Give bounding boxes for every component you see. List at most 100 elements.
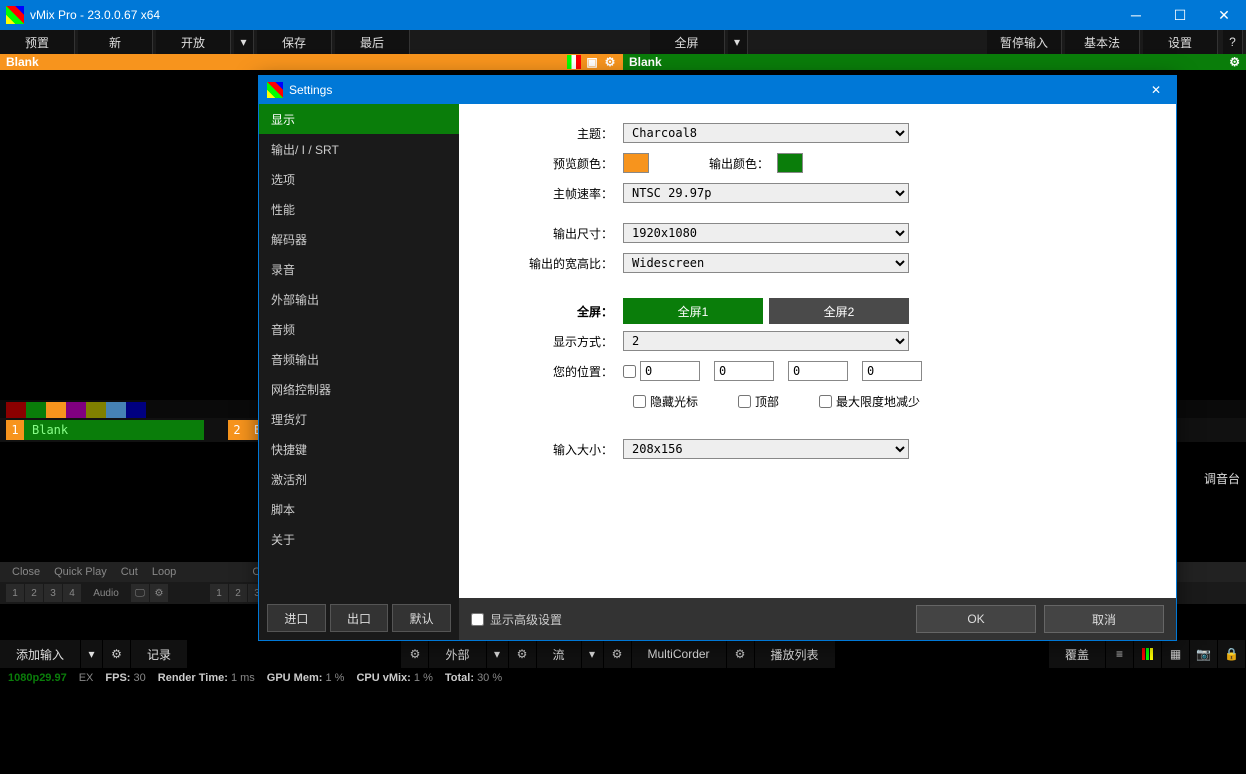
multicorder-button[interactable]: MultiCorder [632, 640, 727, 668]
external-dropdown[interactable]: ▾ [487, 640, 509, 668]
position-enable-checkbox[interactable] [623, 365, 636, 378]
maximize-button[interactable]: ☐ [1158, 0, 1202, 30]
pause-button[interactable]: 暂停输入 [987, 30, 1062, 54]
fullscreen-dropdown[interactable]: ▾ [728, 30, 748, 54]
cancel-button[interactable]: 取消 [1044, 605, 1164, 633]
outsize-select[interactable]: 1920x1080 [623, 223, 909, 243]
preview-color-swatch[interactable] [623, 153, 649, 173]
framerate-select[interactable]: NTSC 29.97p [623, 183, 909, 203]
flag-icon[interactable] [567, 55, 581, 69]
import-button[interactable]: 进口 [267, 604, 326, 632]
grid-icon[interactable]: ▦ [1162, 640, 1190, 668]
ov-4[interactable]: 4 [63, 584, 81, 602]
output-color-swatch[interactable] [777, 153, 803, 173]
audio-btn[interactable]: Audio [82, 584, 130, 602]
external-button[interactable]: 外部 [429, 640, 486, 668]
ov-2b[interactable]: 2 [229, 584, 247, 602]
gear-icon[interactable]: ⚙ [603, 55, 617, 69]
inputsize-select[interactable]: 208x156 [623, 439, 909, 459]
ov-1b[interactable]: 1 [210, 584, 228, 602]
sidebar-item-scripting[interactable]: 脚本 [259, 494, 459, 524]
help-button[interactable]: ? [1223, 30, 1243, 54]
pos-w[interactable] [788, 361, 848, 381]
color-swatch[interactable] [46, 402, 66, 418]
aspect-select[interactable]: Widescreen [623, 253, 909, 273]
show-advanced-checkbox[interactable]: 显示高级设置 [471, 611, 562, 628]
sidebar-item-performance[interactable]: 性能 [259, 194, 459, 224]
display-select[interactable]: 2 [623, 331, 909, 351]
close-button[interactable]: ✕ [1202, 0, 1246, 30]
save-button[interactable]: 保存 [257, 30, 332, 54]
gear-icon[interactable]: ⚙ [604, 640, 632, 668]
gear-icon[interactable]: ⚙ [1229, 55, 1240, 69]
grid-icon[interactable]: ▣ [585, 55, 599, 69]
gear-icon[interactable]: ⚙ [150, 584, 168, 602]
minimize-checkbox[interactable]: 最大限度地减少 [819, 393, 920, 410]
lock-icon[interactable]: 🔒 [1218, 640, 1246, 668]
sidebar-item-activators[interactable]: 激活剂 [259, 464, 459, 494]
cut-btn[interactable]: Cut [115, 566, 144, 578]
monitor-icon[interactable]: 🖵 [131, 584, 149, 602]
color-swatch[interactable] [86, 402, 106, 418]
export-button[interactable]: 出口 [330, 604, 389, 632]
pos-h[interactable] [862, 361, 922, 381]
sidebar-item-display[interactable]: 显示 [259, 104, 459, 134]
color-swatch[interactable] [106, 402, 126, 418]
theme-select[interactable]: Charcoal8 [623, 123, 909, 143]
sidebar-item-audio[interactable]: 音频 [259, 314, 459, 344]
open-button[interactable]: 开放 [156, 30, 231, 54]
pos-x[interactable] [640, 361, 700, 381]
sidebar-item-output[interactable]: 输出/ I / SRT [259, 134, 459, 164]
fullscreen-button[interactable]: 全屏 [650, 30, 725, 54]
sidebar-item-audioout[interactable]: 音频输出 [259, 344, 459, 374]
meter-icon[interactable] [1134, 640, 1162, 668]
sidebar-item-webctrl[interactable]: 网络控制器 [259, 374, 459, 404]
sidebar-item-tally[interactable]: 理货灯 [259, 404, 459, 434]
stream-dropdown[interactable]: ▾ [582, 640, 604, 668]
new-button[interactable]: 新 [78, 30, 153, 54]
close-btn[interactable]: Close [6, 566, 46, 578]
color-swatch[interactable] [66, 402, 86, 418]
hidecursor-checkbox[interactable]: 隐藏光标 [633, 393, 698, 410]
gear-icon[interactable]: ⚙ [727, 640, 755, 668]
fullscreen1-tab[interactable]: 全屏1 [623, 298, 763, 324]
ok-button[interactable]: OK [916, 605, 1036, 633]
minimize-button[interactable]: ─ [1114, 0, 1158, 30]
settings-button[interactable]: 设置 [1143, 30, 1218, 54]
color-swatch[interactable] [126, 402, 146, 418]
sidebar-item-recording[interactable]: 录音 [259, 254, 459, 284]
modal-close-button[interactable]: ✕ [1136, 76, 1176, 104]
stream-button[interactable]: 流 [537, 640, 582, 668]
preset-button[interactable]: 预置 [0, 30, 75, 54]
color-swatch[interactable] [6, 402, 26, 418]
last-button[interactable]: 最后 [335, 30, 410, 54]
input-1[interactable]: 1 Blank [6, 420, 204, 440]
open-dropdown[interactable]: ▾ [234, 30, 254, 54]
fullscreen2-tab[interactable]: 全屏2 [769, 298, 909, 324]
ov-1[interactable]: 1 [6, 584, 24, 602]
basic-button[interactable]: 基本法 [1065, 30, 1140, 54]
sidebar-item-decoder[interactable]: 解码器 [259, 224, 459, 254]
gear-icon[interactable]: ⚙ [103, 640, 131, 668]
audio-mixer-button[interactable]: 调音台 [1204, 470, 1240, 487]
list-icon[interactable]: ≡ [1106, 640, 1134, 668]
ov-3[interactable]: 3 [44, 584, 62, 602]
gear-icon[interactable]: ⚙ [401, 640, 429, 668]
sidebar-item-about[interactable]: 关于 [259, 524, 459, 554]
sidebar-item-extoutput[interactable]: 外部输出 [259, 284, 459, 314]
top-checkbox[interactable]: 顶部 [738, 393, 779, 410]
color-swatch[interactable] [26, 402, 46, 418]
camera-icon[interactable]: 📷 [1190, 640, 1218, 668]
ov-2[interactable]: 2 [25, 584, 43, 602]
add-input-dropdown[interactable]: ▾ [81, 640, 103, 668]
pos-y[interactable] [714, 361, 774, 381]
record-button[interactable]: 记录 [131, 640, 188, 668]
add-input-button[interactable]: 添加输入 [0, 640, 81, 668]
overlay-button[interactable]: 覆盖 [1049, 640, 1106, 668]
playlist-button[interactable]: 播放列表 [755, 640, 836, 668]
loop-btn[interactable]: Loop [146, 566, 182, 578]
sidebar-item-shortcuts[interactable]: 快捷键 [259, 434, 459, 464]
sidebar-item-options[interactable]: 选项 [259, 164, 459, 194]
gear-icon[interactable]: ⚙ [509, 640, 537, 668]
quickplay-btn[interactable]: Quick Play [48, 566, 113, 578]
